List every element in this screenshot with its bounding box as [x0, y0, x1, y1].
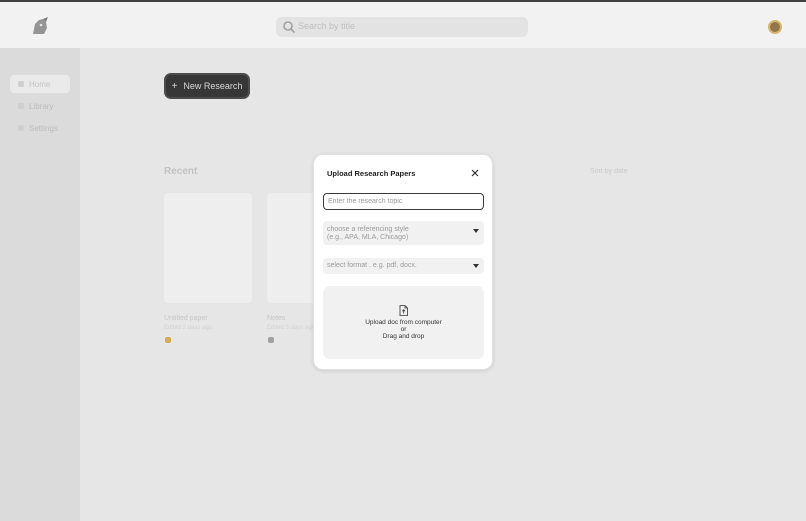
format-select[interactable]: select format . e.g. pdf, docx.: [323, 258, 484, 274]
upload-dropzone[interactable]: Upload doc from computer or Drag and dro…: [323, 286, 484, 359]
referencing-style-line2: (e.g., APA, MLA, Chicago): [327, 234, 409, 241]
file-upload-icon: [399, 305, 408, 316]
caret-down-icon: [473, 264, 479, 268]
format-placeholder: select format . e.g. pdf, docx.: [327, 262, 417, 269]
upload-line-computer: Upload doc from computer: [365, 319, 442, 326]
upload-line-drag: Drag and drop: [382, 333, 425, 340]
research-topic-input[interactable]: [323, 193, 484, 210]
upload-modal: Upload Research Papers choose a referenc…: [313, 154, 493, 370]
close-icon[interactable]: [470, 168, 480, 178]
referencing-style-placeholder: choose a referencing style (e.g., APA, M…: [327, 226, 409, 242]
upload-line-or: or: [400, 326, 407, 333]
caret-down-icon: [473, 229, 479, 233]
referencing-style-line1: choose a referencing style: [327, 226, 409, 233]
referencing-style-select[interactable]: choose a referencing style (e.g., APA, M…: [323, 221, 484, 245]
modal-title: Upload Research Papers: [327, 169, 416, 178]
